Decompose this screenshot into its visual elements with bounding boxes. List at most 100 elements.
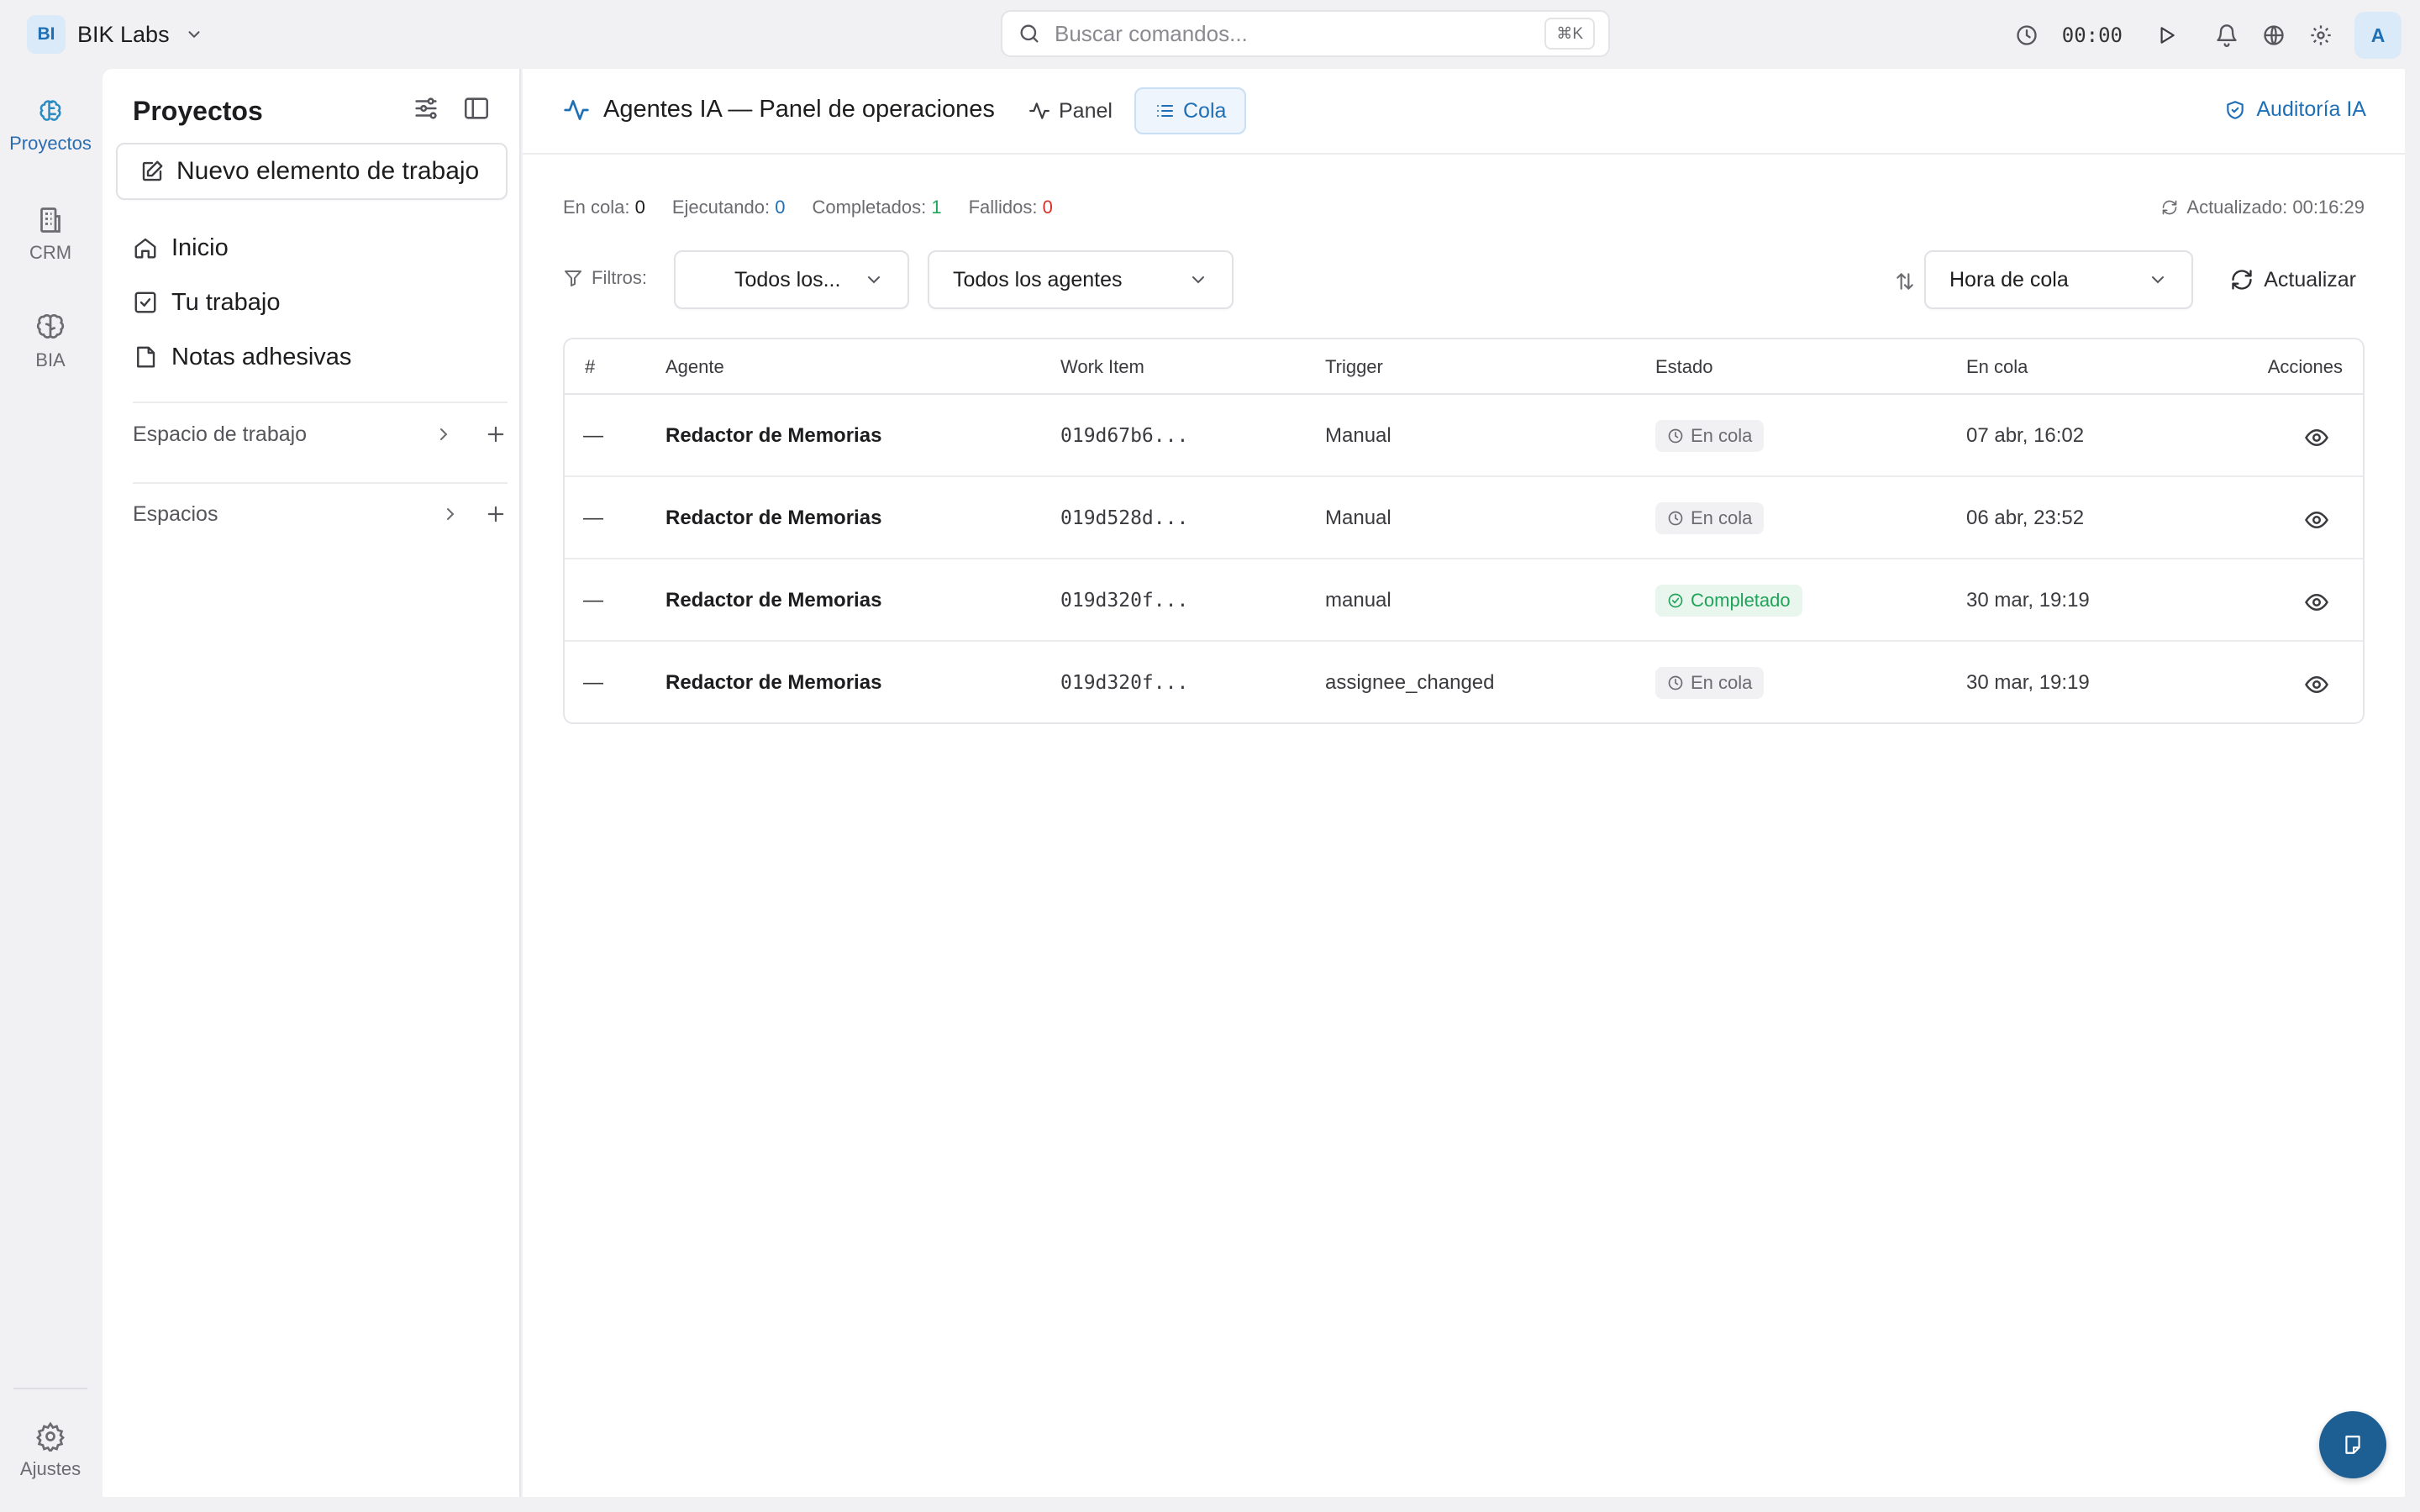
- command-search[interactable]: Buscar comandos... ⌘K: [1001, 10, 1610, 57]
- row-agent: Redactor de Memorias: [666, 671, 882, 694]
- sidebar-item-label: Notas adhesivas: [171, 343, 352, 370]
- row-work-item[interactable]: 019d320f...: [1060, 559, 1188, 642]
- globe-icon[interactable]: [2250, 12, 2297, 59]
- queue-table: # Agente Work Item Trigger Estado En col…: [563, 338, 2365, 724]
- sidebar-item-tu-trabajo[interactable]: Tu trabajo: [133, 281, 281, 323]
- new-work-item-button[interactable]: Nuevo elemento de trabajo: [116, 143, 508, 200]
- rail-item-proyectos[interactable]: Proyectos: [0, 97, 101, 155]
- row-status: En cola: [1655, 642, 1765, 722]
- row-number: —: [583, 424, 603, 447]
- workspace-name: BIK Labs: [77, 21, 170, 47]
- activity-icon: [1028, 100, 1050, 122]
- checkbox-icon: [133, 290, 158, 315]
- refresh-icon: [2230, 268, 2254, 291]
- sort-select[interactable]: Hora de cola: [1924, 250, 2193, 309]
- sidebar-item-notas-adhesivas[interactable]: Notas adhesivas: [133, 336, 351, 378]
- table-row[interactable]: — Redactor de Memorias 019d528d... Manua…: [565, 477, 2363, 559]
- status-text: En cola: [1691, 507, 1753, 528]
- stat-value: 0: [775, 197, 786, 218]
- tab-cola[interactable]: Cola: [1134, 87, 1247, 134]
- sidebar-item-inicio[interactable]: Inicio: [133, 227, 229, 269]
- stat-queued: En cola: 0: [563, 197, 645, 218]
- rail-item-bia[interactable]: BIA: [0, 311, 101, 371]
- sidebar-toggle-icon[interactable]: [462, 94, 491, 123]
- sticky-note-fab[interactable]: [2319, 1411, 2386, 1478]
- refresh-button[interactable]: Actualizar: [2230, 250, 2356, 309]
- table-row[interactable]: — Redactor de Memorias 019d67b6... Manua…: [565, 395, 2363, 477]
- table-row[interactable]: — Redactor de Memorias 019d320f... manua…: [565, 559, 2363, 642]
- eye-icon[interactable]: [2304, 590, 2329, 615]
- rail-item-crm[interactable]: CRM: [0, 205, 101, 264]
- row-work-item[interactable]: 019d67b6...: [1060, 395, 1188, 477]
- rail-divider: [13, 1388, 87, 1389]
- bell-icon[interactable]: [2203, 12, 2250, 59]
- chevron-down-icon: [864, 270, 884, 290]
- status-badge: En cola: [1655, 667, 1765, 699]
- stat-value: 1: [931, 197, 942, 218]
- row-trigger: manual: [1325, 589, 1392, 612]
- sliders-icon[interactable]: [412, 94, 440, 123]
- chevron-right-icon[interactable]: [434, 424, 454, 444]
- shield-icon: [2224, 99, 2246, 121]
- plus-icon[interactable]: [484, 502, 508, 526]
- rail-label: Proyectos: [9, 133, 92, 154]
- rail-label: BIA: [35, 349, 66, 370]
- row-agent: Redactor de Memorias: [666, 424, 882, 447]
- audit-link[interactable]: Auditoría IA: [2224, 97, 2366, 122]
- row-trigger: Manual: [1325, 424, 1392, 447]
- stat-label: En cola:: [563, 197, 630, 218]
- stat-value: 0: [1042, 197, 1053, 218]
- sort-value: Hora de cola: [1949, 267, 2069, 291]
- app-rail: Proyectos CRM BIA Ajustes: [0, 69, 101, 1512]
- stat-value: 0: [634, 197, 645, 218]
- chevron-down-icon: [1188, 270, 1208, 290]
- sidebar-section-espacios[interactable]: Espacios: [133, 493, 508, 535]
- stat-label: Completados:: [812, 197, 927, 218]
- chevron-right-icon[interactable]: [440, 504, 460, 524]
- table-row[interactable]: — Redactor de Memorias 019d320f... assig…: [565, 642, 2363, 722]
- tab-panel[interactable]: Panel: [1010, 87, 1131, 134]
- sidebar-section-espacio-de-trabajo[interactable]: Espacio de trabajo: [133, 413, 508, 455]
- edit-icon: [139, 159, 165, 184]
- list-icon: [1155, 101, 1175, 121]
- row-status: En cola: [1655, 477, 1765, 559]
- section-label: Espacio de trabajo: [133, 422, 308, 446]
- sidebar-divider: [133, 402, 508, 403]
- row-number: —: [583, 589, 603, 612]
- eye-icon[interactable]: [2304, 672, 2329, 697]
- filters-label: Filtros:: [563, 267, 647, 289]
- gear-icon[interactable]: [2297, 12, 2344, 59]
- status-text: En cola: [1691, 425, 1753, 446]
- rail-label: CRM: [29, 242, 72, 263]
- new-work-item-label: Nuevo elemento de trabajo: [176, 157, 480, 185]
- sidebar-divider: [133, 482, 508, 484]
- play-icon[interactable]: [2143, 12, 2190, 59]
- row-work-item[interactable]: 019d528d...: [1060, 477, 1188, 559]
- building-icon: [35, 205, 66, 235]
- status-filter-select[interactable]: Todos los...: [674, 250, 909, 309]
- chevron-down-icon: [185, 25, 203, 44]
- plus-icon[interactable]: [484, 423, 508, 446]
- stat-label: Fallidos:: [968, 197, 1038, 218]
- last-updated: Actualizado: 00:16:29: [2161, 197, 2365, 218]
- table-header: # Agente Work Item Trigger Estado En col…: [565, 339, 2363, 395]
- projects-sidebar: Proyectos Nuevo elemento de trabajo Inic…: [103, 69, 521, 1497]
- column-header: #: [585, 356, 596, 377]
- agent-filter-select[interactable]: Todos los agentes: [928, 250, 1234, 309]
- brain-circuit-icon: [36, 97, 65, 126]
- gear-icon: [35, 1421, 66, 1452]
- eye-icon[interactable]: [2304, 425, 2329, 450]
- avatar[interactable]: A: [2354, 12, 2402, 59]
- top-bar: BI BIK Labs Buscar comandos... ⌘K 00:00 …: [0, 0, 2420, 69]
- main-header: Agentes IA — Panel de operaciones Panel …: [523, 69, 2405, 155]
- eye-icon[interactable]: [2304, 507, 2329, 533]
- workspace-switcher[interactable]: BI BIK Labs: [27, 15, 203, 54]
- rail-item-settings[interactable]: Ajustes: [0, 1421, 101, 1480]
- clock-icon[interactable]: [2003, 12, 2050, 59]
- sort-icon[interactable]: [1894, 270, 1916, 292]
- row-agent: Redactor de Memorias: [666, 589, 882, 612]
- page-title: Agentes IA — Panel de operaciones: [563, 96, 995, 123]
- status-badge: En cola: [1655, 502, 1765, 534]
- row-status: Completado: [1655, 559, 1802, 642]
- row-work-item[interactable]: 019d320f...: [1060, 642, 1188, 722]
